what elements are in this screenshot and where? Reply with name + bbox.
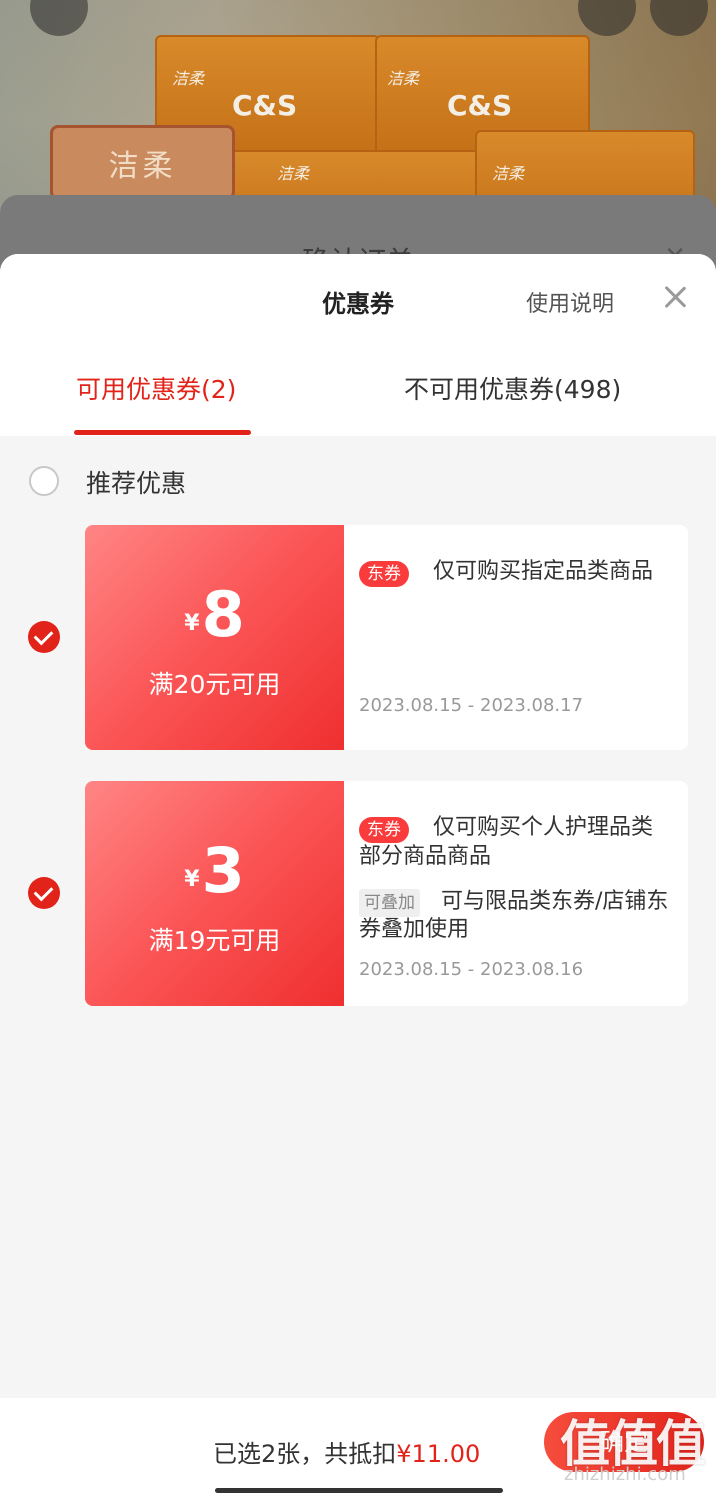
- coupon-type-badge: 东券: [359, 561, 409, 587]
- currency-symbol: ¥: [184, 611, 200, 636]
- box-brand-text: 洁柔: [492, 164, 525, 183]
- box-brand-text: 洁柔: [172, 69, 205, 88]
- coupon-sheet-header: 优惠券 使用说明 可用优惠券(2) 不可用优惠券(498): [0, 254, 716, 436]
- coupon-threshold: 满20元可用: [148, 670, 281, 699]
- box-brand-text: 洁柔: [387, 69, 420, 88]
- watermark-url: zhizhizhi.com: [564, 1464, 686, 1485]
- coupon-amount-value: 3: [201, 834, 245, 907]
- coupon-amount-value: 8: [201, 578, 245, 651]
- coupon-date-range: 2023.08.15 - 2023.08.17: [359, 695, 584, 716]
- coupon-card[interactable]: ¥3 满19元可用 仅可购买个人护理品类部分商品商品 东券 可与限品类东券/店铺…: [0, 781, 716, 1006]
- tab-available-coupons[interactable]: 可用优惠券(2): [76, 370, 236, 406]
- box-brand-text: 洁柔: [277, 164, 310, 183]
- currency-symbol: ¥: [184, 867, 200, 892]
- coupon-amount: ¥8: [85, 580, 344, 650]
- stackable-badge: 可叠加: [359, 889, 420, 917]
- coupon-value-panel: ¥3 满19元可用: [85, 781, 344, 1006]
- selection-summary: 已选2张，共抵扣¥11.00: [213, 1434, 480, 1469]
- coupon-value-panel: ¥8 满20元可用: [85, 525, 344, 750]
- usage-instructions-link[interactable]: 使用说明: [526, 286, 614, 318]
- checked-icon[interactable]: [28, 877, 60, 909]
- coupon-detail-panel: 仅可购买指定品类商品 东券 2023.08.15 - 2023.08.17: [344, 525, 688, 750]
- close-icon[interactable]: [660, 282, 690, 312]
- brand-tag: 洁柔: [50, 125, 235, 200]
- coupon-detail-panel: 仅可购买个人护理品类部分商品商品 东券 可与限品类东券/店铺东券叠加使用 可叠加…: [344, 781, 688, 1006]
- coupon-threshold: 满19元可用: [148, 926, 281, 955]
- checked-icon[interactable]: [28, 621, 60, 653]
- tab-unavailable-coupons[interactable]: 不可用优惠券(498): [404, 370, 621, 406]
- coupon-card[interactable]: ¥8 满20元可用 仅可购买指定品类商品 东券 2023.08.15 - 202…: [0, 525, 716, 750]
- recommend-radio[interactable]: [29, 466, 59, 496]
- home-indicator: [215, 1488, 503, 1493]
- active-tab-indicator: [74, 430, 251, 435]
- recommend-option[interactable]: 推荐优惠: [0, 454, 716, 510]
- summary-amount: ¥11.00: [396, 1440, 481, 1468]
- recommend-label: 推荐优惠: [86, 469, 187, 498]
- box-logo: C&S: [447, 89, 513, 122]
- summary-text: 已选2张，共抵扣: [213, 1440, 397, 1468]
- coupon-sheet: 优惠券 使用说明 可用优惠券(2) 不可用优惠券(498) 推荐优惠 ¥8 满2…: [0, 254, 716, 1496]
- box-logo: C&S: [232, 89, 298, 122]
- watermark: 值值值 zhizhizhi.com: [560, 1404, 716, 1496]
- coupon-amount: ¥3: [85, 836, 344, 906]
- coupon-type-badge: 东券: [359, 817, 409, 843]
- coupon-date-range: 2023.08.15 - 2023.08.16: [359, 959, 584, 980]
